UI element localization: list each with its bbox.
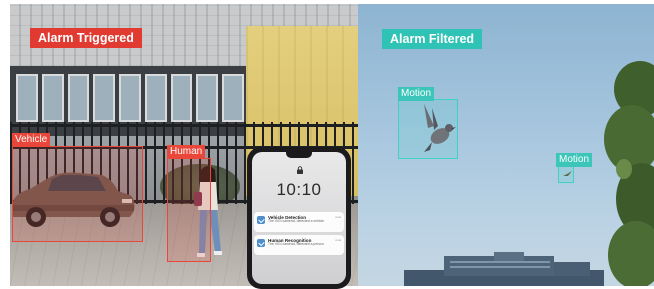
notification-body: The VIGI camera1 detected a vehicle xyxy=(268,219,324,224)
vigi-app-icon xyxy=(257,216,265,224)
vehicle-detection-label: Vehicle xyxy=(12,133,51,147)
lock-icon xyxy=(297,166,303,174)
notification-body: The VIGI camera1 detected a person xyxy=(268,242,324,247)
alarm-triggered-badge: Alarm Triggered xyxy=(30,28,142,48)
notification-human-recognition[interactable]: Human Recognition The VIGI camera1 detec… xyxy=(254,235,344,255)
pigeon-image xyxy=(424,104,456,152)
alarm-filtered-badge: Alarm Filtered xyxy=(382,29,483,49)
human-detection-box xyxy=(167,158,211,262)
city-skyline xyxy=(404,252,604,286)
human-detection-label: Human xyxy=(167,145,206,159)
vigi-app-icon xyxy=(257,239,265,247)
notification-vehicle-detection[interactable]: Vehicle Detection The VIGI camera1 detec… xyxy=(254,212,344,232)
smartphone: 10:10 Vehicle Detection The VIGI camera1… xyxy=(247,147,351,289)
building-windows xyxy=(16,74,244,122)
vehicle-detection-box xyxy=(12,146,143,242)
lock-screen-time: 10:10 xyxy=(276,180,322,199)
phone-lock-screen: 10:10 Vehicle Detection The VIGI camera1… xyxy=(252,152,346,284)
motion-detection-label-small: Motion xyxy=(556,153,593,167)
tree-image xyxy=(604,61,654,286)
motion-detection-label-bird: Motion xyxy=(398,87,435,101)
promo-image: Vehicle Human Alarm Triggered 10:10 Vehi… xyxy=(0,0,654,289)
small-bird-image xyxy=(563,171,572,176)
notification-time: now xyxy=(335,215,341,219)
notification-time: now xyxy=(335,238,341,242)
